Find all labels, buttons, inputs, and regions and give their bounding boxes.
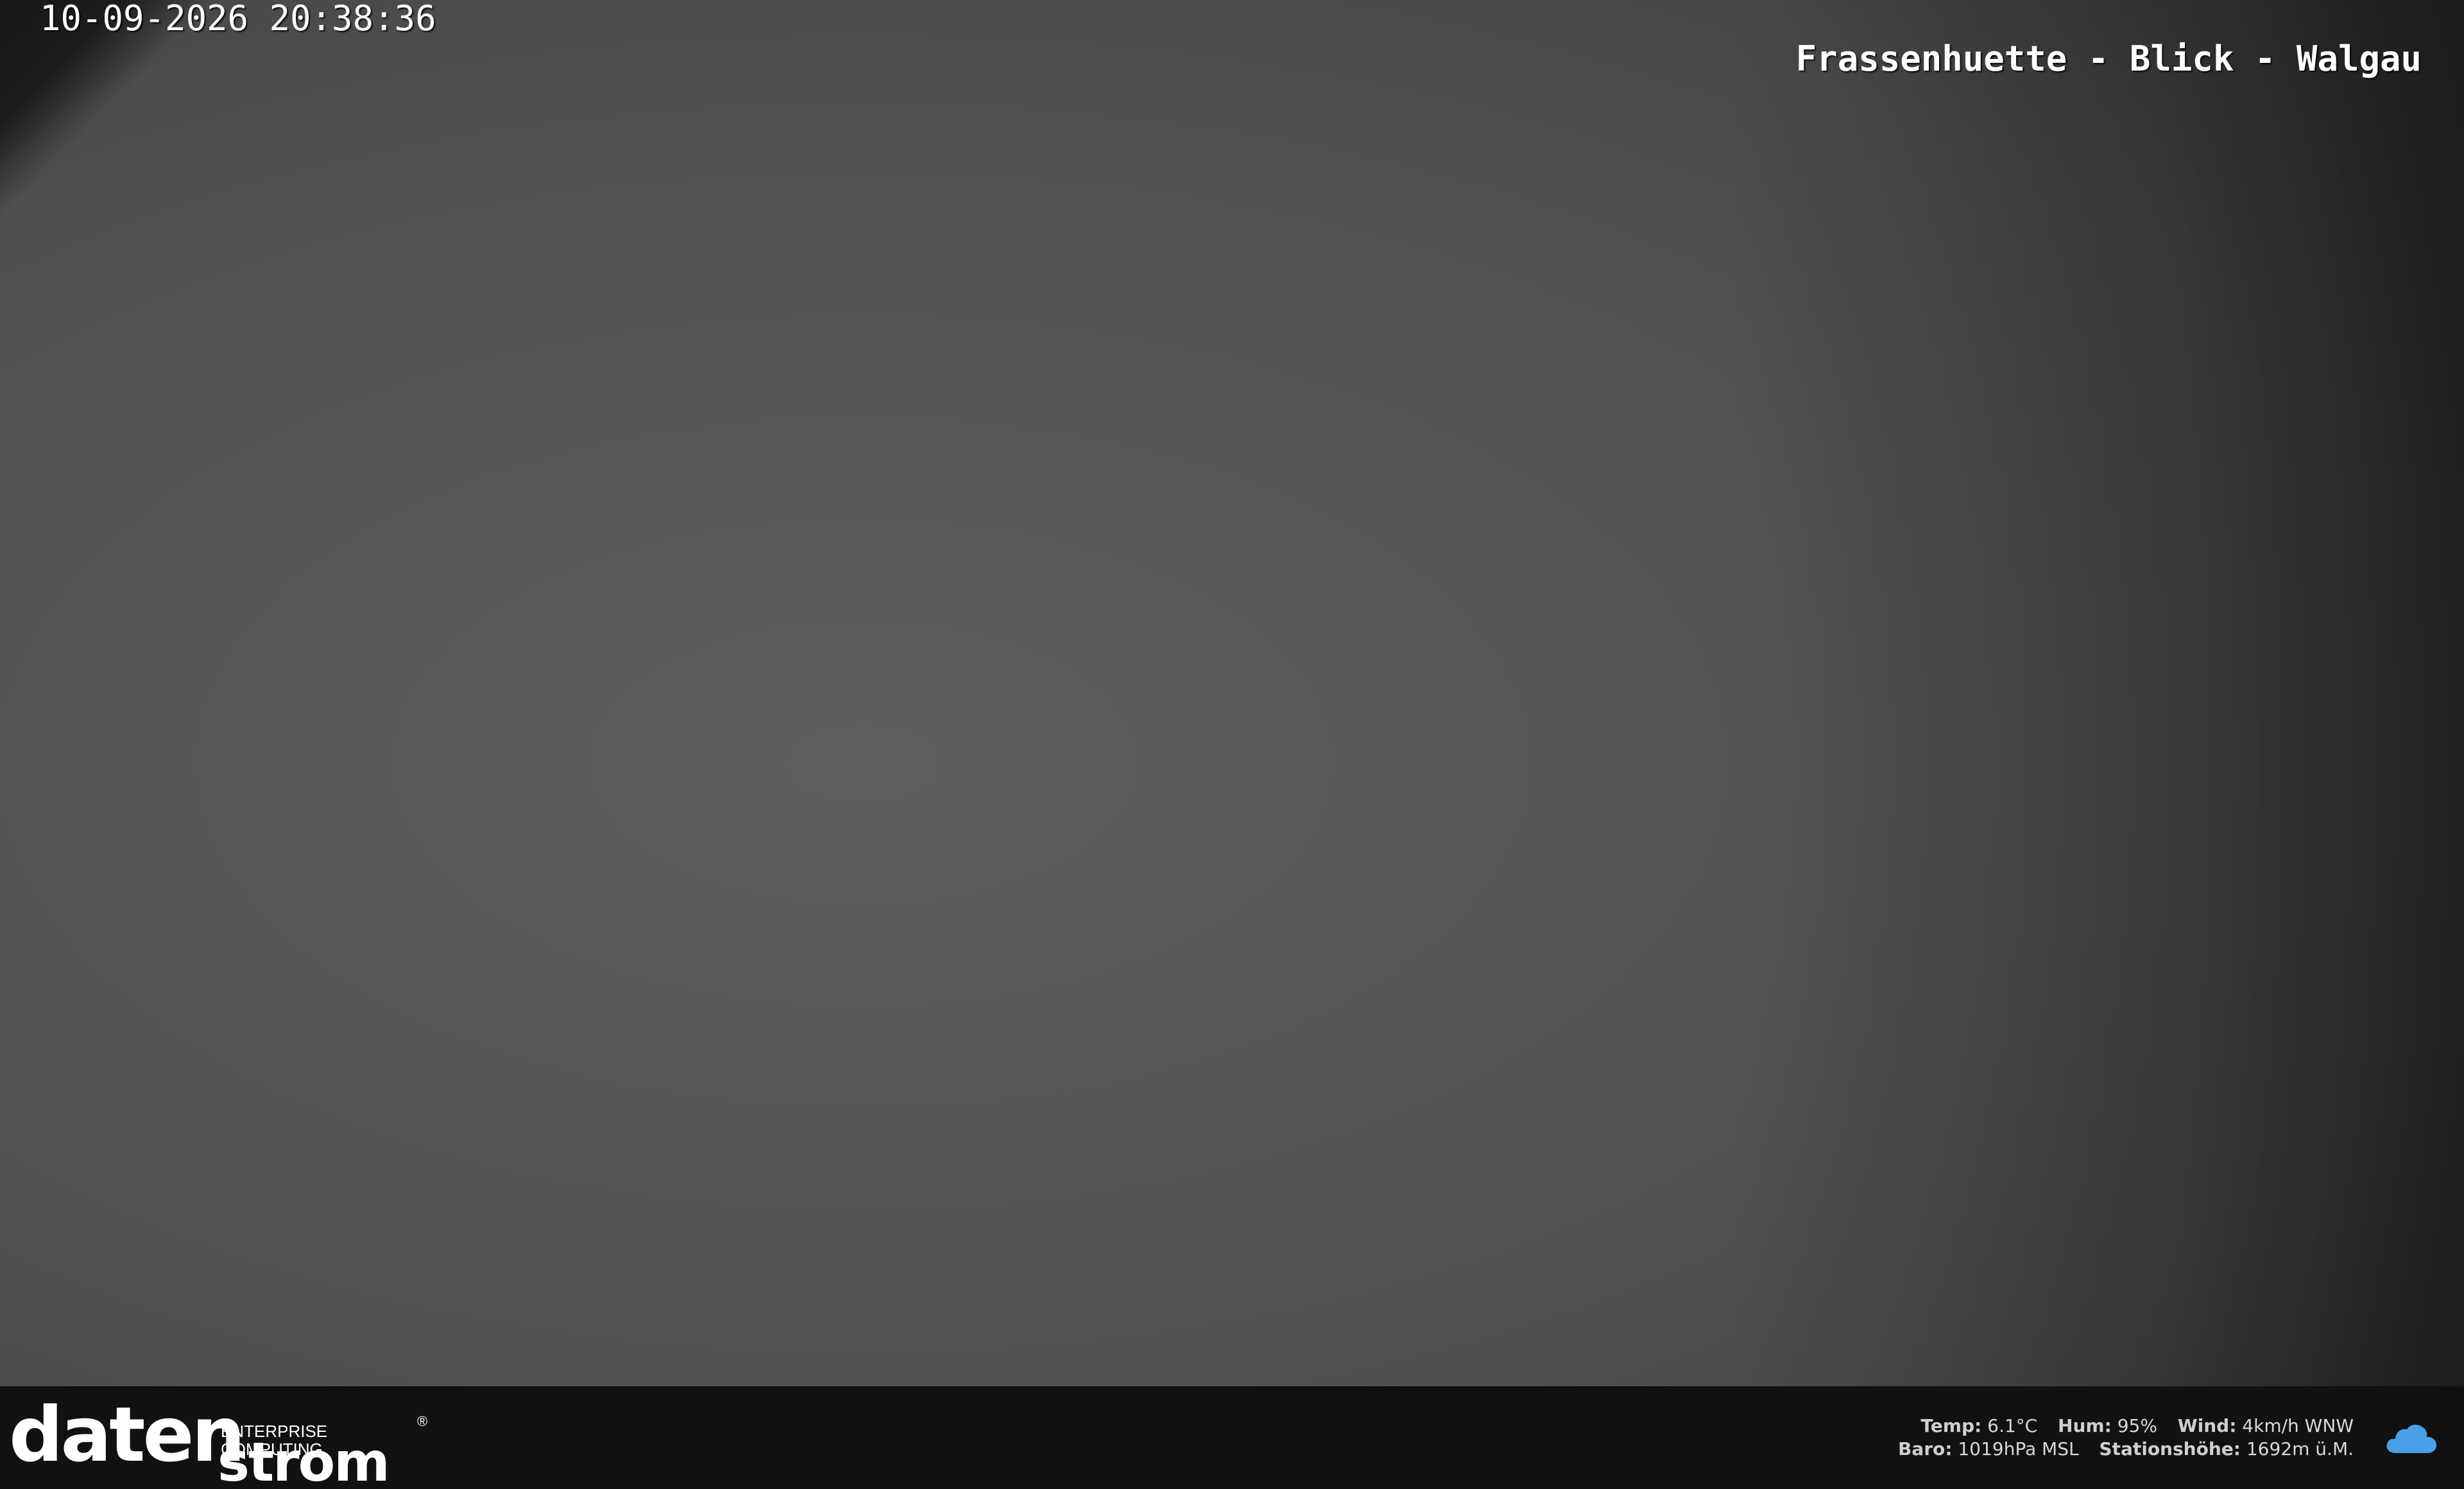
station-height-label: Stationshöhe:: [2099, 1438, 2241, 1459]
temp-value: 6.1°C: [1987, 1415, 2038, 1436]
wind-label: Wind:: [2177, 1415, 2237, 1436]
hum-value: 95%: [2117, 1415, 2157, 1436]
wind-value: 4km/h WNW: [2242, 1415, 2354, 1436]
weather-row-1: Temp: 6.1°C Hum: 95% Wind: 4km/h WNW: [1898, 1415, 2354, 1438]
logo-word-daten: daten: [9, 1390, 246, 1479]
hum-label: Hum:: [2058, 1415, 2112, 1436]
camera-image: [0, 0, 2464, 1386]
camera-title-overlay: Frassenhuette - Blick - Walgau: [1795, 39, 2422, 79]
timestamp-overlay: 10-09-2026 20:38:36: [40, 0, 436, 39]
weather-row-2: Baro: 1019hPa MSL Stationshöhe: 1692m ü.…: [1898, 1438, 2354, 1461]
cloud-icon: [2386, 1424, 2437, 1453]
webcam-frame: 10-09-2026 20:38:36 Frassenhuette - Blic…: [0, 0, 2464, 1489]
info-bar: daten ENTERPRISE COMPUTING strom ® Temp:…: [0, 1386, 2464, 1489]
datenstrom-logo: daten ENTERPRISE COMPUTING strom ®: [9, 1390, 432, 1489]
station-height-value: 1692m ü.M.: [2246, 1438, 2354, 1459]
logo-word-strom: strom: [218, 1431, 390, 1489]
temp-label: Temp:: [1921, 1415, 1982, 1436]
baro-value: 1019hPa MSL: [1958, 1438, 2079, 1459]
baro-label: Baro:: [1897, 1438, 1953, 1459]
weather-readout: Temp: 6.1°C Hum: 95% Wind: 4km/h WNW Bar…: [1898, 1415, 2354, 1461]
logo-registered-mark: ®: [417, 1413, 428, 1429]
